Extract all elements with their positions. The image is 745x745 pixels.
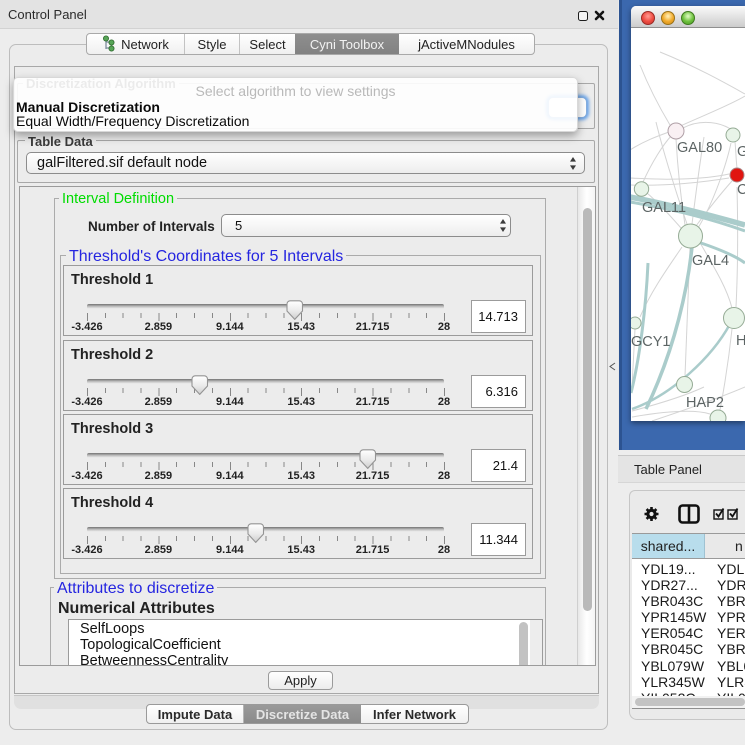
- svg-text:C: C: [737, 182, 745, 198]
- svg-text:HAP2: HAP2: [686, 395, 724, 411]
- svg-text:GAL80: GAL80: [677, 140, 722, 156]
- svg-text:G.: G.: [737, 144, 745, 160]
- svg-text:GAL11: GAL11: [642, 200, 686, 216]
- svg-text:GCY1: GCY1: [631, 334, 671, 350]
- svg-text:H: H: [736, 333, 745, 349]
- svg-text:GAL4: GAL4: [692, 253, 729, 269]
